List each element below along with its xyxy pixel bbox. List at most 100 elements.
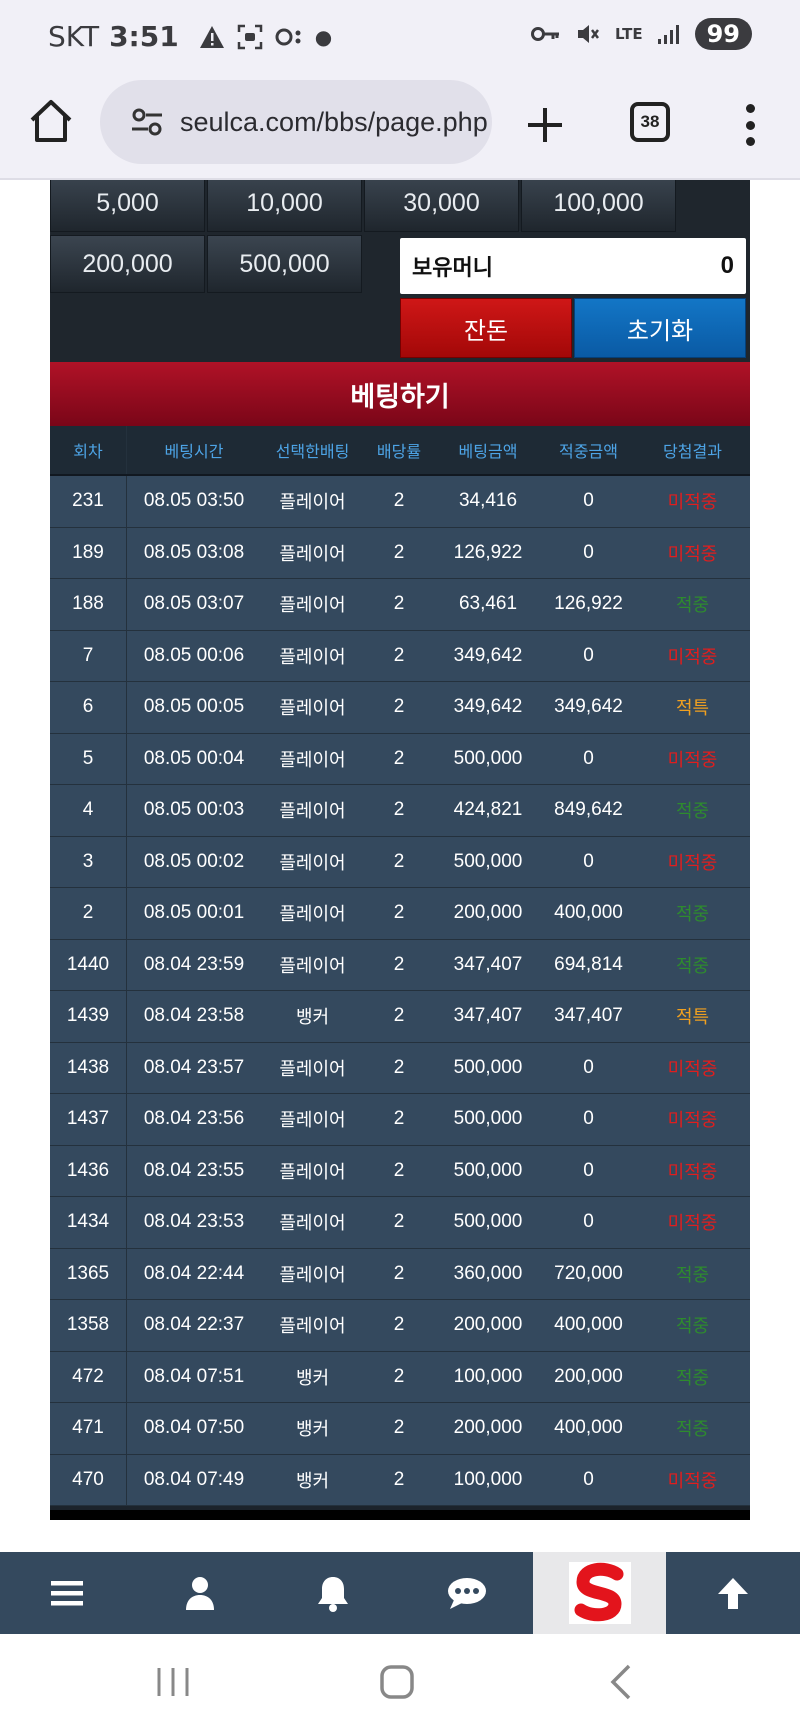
cell-bet: 200,000 [453, 1417, 523, 1439]
bell-icon[interactable] [267, 1552, 400, 1634]
cell-bet: 349,642 [453, 696, 523, 718]
cell-bet: 500,000 [453, 850, 523, 872]
cell-odds: 2 [393, 1468, 405, 1490]
cell-round: 2 [50, 888, 127, 939]
cell-bet: 34,416 [458, 490, 518, 512]
cell-round: 4 [50, 785, 127, 836]
cell-time: 08.05 00:06 [143, 644, 245, 666]
cell-pick: 플레이어 [279, 904, 346, 926]
reset-button[interactable]: 초기화 [574, 298, 746, 358]
table-row: 1439 08.04 23:58 뱅커 2 347,407 347,407 적특 [50, 991, 750, 1043]
chat-icon[interactable] [400, 1552, 533, 1634]
mute-icon [578, 25, 600, 43]
address-bar[interactable]: seulca.com/bbs/page.php [100, 80, 492, 164]
cell-bet: 500,000 [453, 1056, 523, 1078]
status-bar: SKT 3:51 ● LTE 99 [0, 0, 800, 72]
cell-odds: 2 [393, 1262, 405, 1284]
cell-bet: 360,000 [453, 1262, 523, 1284]
cell-round: 1437 [50, 1094, 127, 1145]
tab-switcher-button[interactable]: 38 [630, 102, 670, 142]
cell-round: 1440 [50, 939, 127, 990]
cell-odds: 2 [393, 1211, 405, 1233]
cell-bet: 347,407 [453, 953, 523, 975]
cell-time: 08.04 23:58 [143, 1005, 245, 1027]
table-row: 3 08.05 00:02 플레이어 2 500,000 0 미적중 [50, 836, 750, 888]
arrow-up-icon[interactable] [666, 1552, 799, 1634]
amount-button-10000[interactable]: 10,000 [207, 180, 362, 232]
cell-bet: 500,000 [453, 1211, 523, 1233]
cell-result: 적중 [675, 1367, 710, 1389]
table-row: 1437 08.04 23:56 플레이어 2 500,000 0 미적중 [50, 1094, 750, 1146]
amount-button-500000[interactable]: 500,000 [207, 235, 362, 293]
home-icon[interactable] [26, 96, 76, 146]
cell-result: 미적중 [667, 749, 718, 771]
cell-odds: 2 [393, 1365, 405, 1387]
money-balance-box: 보유머니 0 [400, 238, 746, 294]
bottom-nav [0, 1552, 800, 1634]
cell-time: 08.04 23:53 [143, 1211, 245, 1233]
cell-win: 0 [583, 1159, 594, 1181]
cell-win: 126,922 [554, 593, 623, 615]
cell-result: 적중 [675, 1316, 710, 1338]
cell-win: 0 [583, 541, 594, 563]
cell-pick: 플레이어 [279, 1058, 346, 1080]
amount-button-100000[interactable]: 100,000 [521, 180, 676, 232]
cell-win: 347,407 [554, 1005, 623, 1027]
cell-win: 694,814 [554, 953, 623, 975]
header-time: 베팅시간 [164, 442, 224, 461]
cell-time: 08.05 00:05 [143, 696, 245, 718]
cell-odds: 2 [393, 953, 405, 975]
cell-time: 08.05 03:50 [143, 490, 245, 512]
cell-pick: 플레이어 [279, 955, 346, 977]
table-row: 1436 08.04 23:55 플레이어 2 500,000 0 미적중 [50, 1145, 750, 1197]
header-result: 당첨결과 [663, 442, 722, 461]
cell-round: 188 [50, 579, 127, 630]
table-row: 472 08.04 07:51 뱅커 2 100,000 200,000 적중 [50, 1351, 750, 1403]
signal-icon [657, 25, 679, 44]
cell-odds: 2 [393, 1056, 405, 1078]
recent-apps-icon[interactable] [155, 1662, 191, 1702]
site-logo[interactable] [533, 1552, 667, 1634]
cell-result: 적특 [675, 698, 710, 720]
new-tab-icon[interactable] [520, 100, 570, 150]
amount-selector: 5,000 10,000 30,000 100,000 200,000 500,… [50, 180, 750, 362]
cell-result: 적중 [675, 595, 710, 617]
site-settings-icon[interactable] [130, 107, 164, 137]
table-row: 6 08.05 00:05 플레이어 2 349,642 349,642 적특 [50, 682, 750, 734]
header-round: 회차 [50, 426, 127, 474]
menu-icon[interactable] [0, 1552, 133, 1634]
amount-button-30000[interactable]: 30,000 [364, 180, 519, 232]
home-nav-icon[interactable] [377, 1662, 417, 1702]
header-bet: 베팅금액 [458, 442, 518, 461]
cell-win: 200,000 [554, 1365, 623, 1387]
cell-bet: 200,000 [453, 1314, 523, 1336]
table-row: 1434 08.04 23:53 플레이어 2 500,000 0 미적중 [50, 1197, 750, 1249]
cell-bet: 349,642 [453, 644, 523, 666]
bet-submit-button[interactable]: 베팅하기 [50, 362, 750, 426]
more-menu-icon[interactable] [735, 100, 765, 150]
cell-time: 08.05 00:02 [143, 850, 245, 872]
back-icon[interactable] [605, 1662, 635, 1702]
tab-count: 38 [640, 112, 660, 131]
cell-pick: 플레이어 [279, 1161, 346, 1183]
change-button[interactable]: 잔돈 [400, 298, 572, 358]
table-row: 1438 08.04 23:57 플레이어 2 500,000 0 미적중 [50, 1042, 750, 1094]
cell-result: 미적중 [667, 492, 718, 514]
cell-bet: 63,461 [458, 593, 518, 615]
cell-odds: 2 [393, 1417, 405, 1439]
amount-button-200000[interactable]: 200,000 [50, 235, 205, 293]
user-icon[interactable] [133, 1552, 266, 1634]
warning-icon [199, 25, 224, 48]
cell-win: 400,000 [554, 1314, 623, 1336]
cell-round: 1438 [50, 1042, 127, 1093]
dot-icon: ● [314, 24, 333, 49]
cell-win: 720,000 [554, 1262, 623, 1284]
cell-round: 1439 [50, 991, 127, 1042]
cell-odds: 2 [393, 696, 405, 718]
cell-result: 적특 [675, 1007, 710, 1029]
table-row: 470 08.04 07:49 뱅커 2 100,000 0 미적중 [50, 1454, 750, 1506]
table-row: 1365 08.04 22:44 플레이어 2 360,000 720,000 적중 [50, 1248, 750, 1300]
amount-button-5000[interactable]: 5,000 [50, 180, 205, 232]
cell-odds: 2 [393, 1314, 405, 1336]
cell-round: 1365 [50, 1248, 127, 1299]
